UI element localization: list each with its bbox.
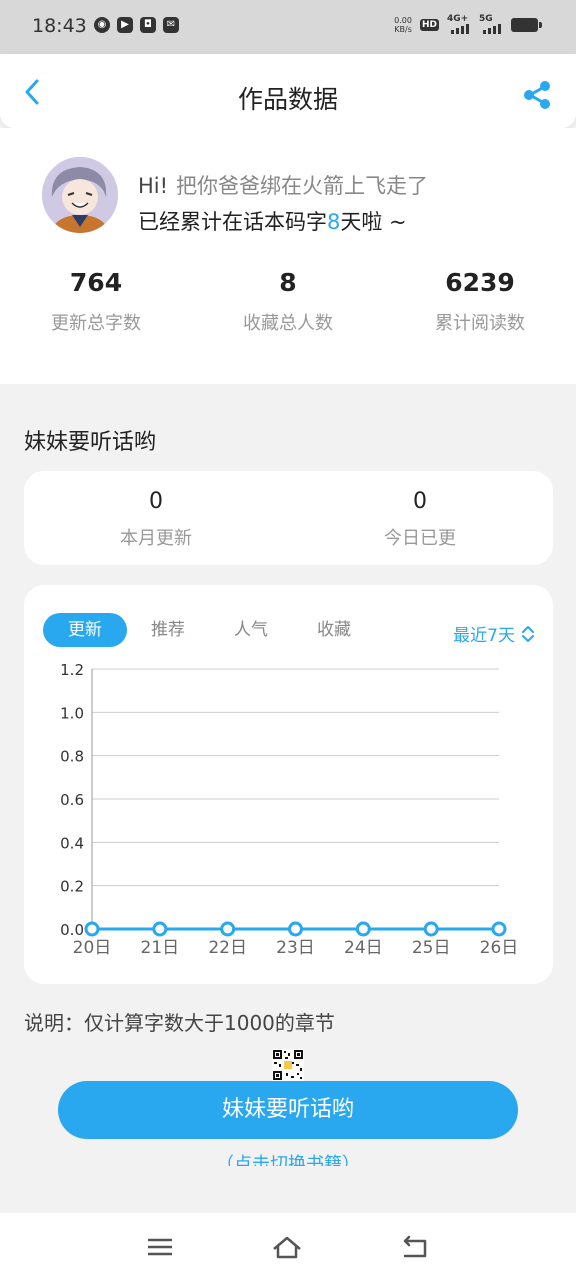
data-point (288, 921, 303, 937)
status-time: 18:43 (32, 15, 87, 37)
x-tick-label: 24日 (344, 938, 383, 958)
share-icon[interactable] (522, 80, 552, 110)
hd-icon: HD (419, 19, 439, 31)
data-point (220, 921, 236, 937)
back-icon[interactable] (399, 1233, 431, 1261)
update-stats-card: 0 本月更新 0 今日已更 (24, 471, 553, 565)
menu-icon[interactable] (144, 1233, 176, 1261)
writing-days-count: 8 (327, 210, 341, 234)
y-tick-label: 1.0 (60, 704, 84, 722)
x-tick-label: 26日 (480, 938, 519, 958)
app-icon: ◘ (140, 17, 156, 33)
qr-code-icon (272, 1049, 304, 1081)
app-header: 作品数据 (0, 54, 576, 128)
home-icon[interactable] (271, 1233, 303, 1261)
y-tick-label: 0.0 (60, 921, 84, 939)
data-point (491, 921, 507, 937)
x-tick-label: 25日 (412, 938, 451, 958)
greeting-hi: Hi! (138, 174, 169, 198)
signal-5g-icon: 5G (479, 14, 503, 34)
mail-icon: ✉ (163, 17, 179, 33)
profile-section: Hi! 把你爸爸绑在火箭上飞走了 已经累计在话本码字8天啦 ~ 764 更新总字数… (0, 128, 576, 384)
writing-days-line: 已经累计在话本码字8天啦 ~ (138, 210, 407, 234)
page-title: 作品数据 (237, 85, 338, 114)
play-icon: ▶ (117, 17, 133, 33)
stat-total-favorites: 8 收藏总人数 (243, 268, 333, 334)
x-tick-label: 21日 (141, 938, 180, 958)
greeting-line: Hi! 把你爸爸绑在火箭上飞走了 (138, 170, 428, 200)
stat-total-reads: 6239 累计阅读数 (435, 268, 525, 334)
book-title: 妹妹要听话哟 (24, 430, 157, 455)
stat-month-updates: 0 本月更新 (120, 489, 192, 549)
y-tick-label: 0.4 (60, 834, 84, 852)
greeting-message: 把你爸爸绑在火箭上飞走了 (176, 174, 429, 198)
chart-card: 更新 推荐 人气 收藏 最近7天 0.0 0.2 0.4 0.6 0.8 1.0 1.2 20… (24, 585, 553, 984)
signal-4g-icon: 4G+ (447, 14, 471, 34)
stat-total-words: 764 更新总字数 (51, 268, 141, 334)
y-tick-label: 1.2 (60, 661, 84, 679)
book-button[interactable]: 妹妹要听话哟 (58, 1081, 518, 1139)
y-tick-label: 0.8 (60, 748, 84, 766)
network-speed: 0.00 KB/s (394, 16, 412, 34)
status-bar: 18:43 ◉ ▶ ◘ ✉ 0.00 KB/s HD 4G+ 5G (0, 0, 576, 54)
x-tick-label: 20日 (73, 938, 112, 958)
x-tick-label: 23日 (276, 938, 315, 958)
switch-book-link[interactable]: （点击切换书籍） (0, 1154, 576, 1166)
data-point (84, 921, 100, 937)
y-tick-label: 0.2 (60, 878, 84, 896)
note-text: 说明：仅计算字数大于1000的章节 (24, 1011, 335, 1035)
notification-icons: ◉ ▶ ◘ ✉ (94, 17, 179, 33)
data-point (423, 921, 439, 937)
stat-today-updates: 0 今日已更 (384, 489, 456, 549)
x-tick-label: 22日 (208, 938, 247, 958)
line-chart: 0.0 0.2 0.4 0.6 0.8 1.0 1.2 20日 21日 22日 23日 24日 25日 2… (60, 661, 519, 958)
data-point (152, 921, 168, 937)
y-tick-label: 0.6 (60, 791, 84, 809)
system-nav-bar (0, 1213, 576, 1280)
compass-icon: ◉ (94, 17, 110, 33)
avatar[interactable] (42, 157, 118, 233)
battery-icon (511, 18, 542, 32)
status-right: 0.00 KB/s HD 4G+ 5G (394, 14, 542, 34)
data-point (355, 921, 371, 937)
